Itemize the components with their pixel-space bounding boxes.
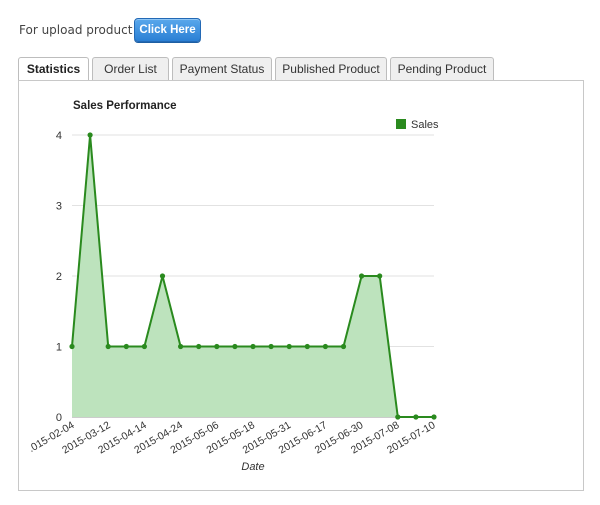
- tab-published-product[interactable]: Published Product: [275, 57, 387, 80]
- legend-swatch-sales: [396, 119, 406, 129]
- sales-chart: 01234.015-02-042015-03-122015-04-142015-…: [27, 119, 439, 473]
- tab-pending-product[interactable]: Pending Product: [390, 57, 494, 80]
- sales-data-point[interactable]: [377, 273, 383, 279]
- y-tick-label: 1: [56, 342, 62, 354]
- y-tick-label: 0: [56, 412, 62, 424]
- sales-data-point[interactable]: [395, 414, 401, 420]
- sales-data-point[interactable]: [69, 343, 75, 350]
- statistics-panel: Sales Performance 0 1 2 3 4.015-02-04 2015-03…: [18, 80, 584, 491]
- sales-data-point[interactable]: [214, 343, 220, 350]
- sales-data-point[interactable]: [141, 343, 147, 350]
- upload-product-button[interactable]: Click Here: [134, 18, 201, 42]
- upload-row: For upload product Click Here: [19, 18, 201, 42]
- sales-data-point[interactable]: [232, 343, 238, 350]
- sales-data-point[interactable]: [431, 414, 437, 420]
- tab-order-list[interactable]: Order List: [92, 57, 169, 80]
- sales-data-point[interactable]: [196, 343, 202, 350]
- tab-statistics[interactable]: Statistics: [18, 57, 89, 82]
- sales-data-point[interactable]: [359, 273, 365, 279]
- y-tick-label: 4: [56, 130, 62, 142]
- sales-data-point[interactable]: [105, 343, 111, 350]
- sales-data-point[interactable]: [87, 132, 93, 138]
- sales-data-point[interactable]: [123, 343, 129, 350]
- upload-prompt-text: For upload product: [19, 23, 133, 37]
- sales-data-point[interactable]: [413, 414, 419, 420]
- sales-data-point[interactable]: [268, 343, 274, 350]
- sales-data-point[interactable]: [340, 343, 347, 350]
- legend-label-sales: Sales: [411, 119, 439, 131]
- x-axis-label: Date: [241, 461, 264, 473]
- tab-payment-status[interactable]: Payment Status: [172, 57, 272, 80]
- sales-data-point[interactable]: [159, 273, 166, 279]
- y-tick-label: 3: [56, 201, 62, 213]
- sales-data-point[interactable]: [304, 343, 310, 350]
- sales-data-point[interactable]: [178, 343, 184, 350]
- sales-data-point[interactable]: [250, 343, 256, 350]
- sales-data-point[interactable]: [286, 343, 292, 350]
- y-tick-label: 2: [56, 271, 62, 283]
- sales-data-point[interactable]: [322, 343, 328, 350]
- tab-bar: Statistics Order List Payment Status Pub…: [18, 57, 497, 82]
